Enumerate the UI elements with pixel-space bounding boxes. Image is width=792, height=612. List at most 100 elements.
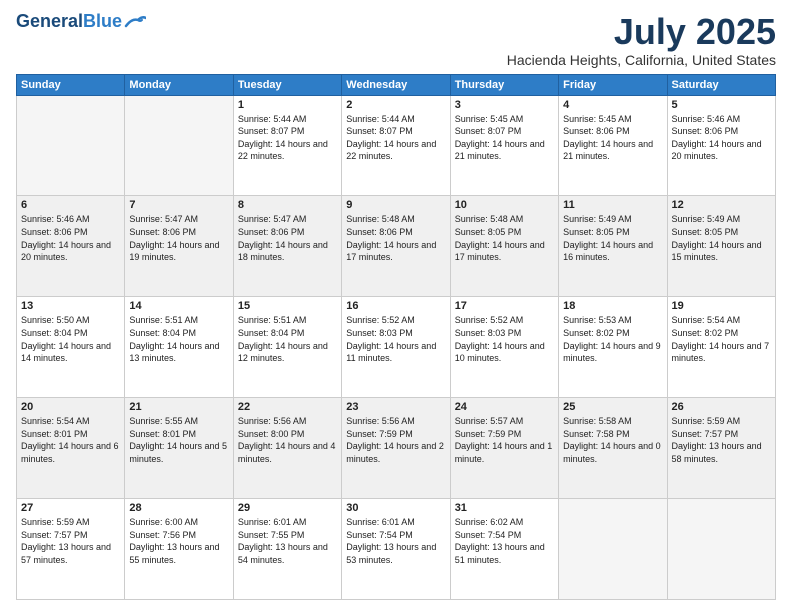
- day-info: Sunrise: 5:48 AM Sunset: 8:06 PM Dayligh…: [346, 213, 445, 263]
- calendar-cell: 6 Sunrise: 5:46 AM Sunset: 8:06 PM Daylig…: [17, 196, 125, 297]
- weekday-header-saturday: Saturday: [667, 74, 775, 95]
- day-info: Sunrise: 6:02 AM Sunset: 7:54 PM Dayligh…: [455, 516, 554, 566]
- weekday-header-wednesday: Wednesday: [342, 74, 450, 95]
- calendar-cell: 16 Sunrise: 5:52 AM Sunset: 8:03 PM Dayli…: [342, 297, 450, 398]
- day-info: Sunrise: 5:54 AM Sunset: 8:01 PM Dayligh…: [21, 415, 120, 465]
- calendar-cell: 26 Sunrise: 5:59 AM Sunset: 7:57 PM Dayli…: [667, 398, 775, 499]
- day-number: 31: [455, 502, 554, 514]
- calendar-cell: 15Sunrise: 5:51 AM Sunset: 8:04 PM Dayli…: [233, 297, 341, 398]
- calendar-week-row: 1 Sunrise: 5:44 AM Sunset: 8:07 PM Daylig…: [17, 95, 776, 196]
- calendar-cell: 8 Sunrise: 5:47 AM Sunset: 8:06 PM Daylig…: [233, 196, 341, 297]
- day-info: Sunrise: 5:50 AM Sunset: 8:04 PM Dayligh…: [21, 314, 120, 364]
- day-info: Sunrise: 5:45 AM Sunset: 8:07 PM Dayligh…: [455, 113, 554, 163]
- weekday-header-friday: Friday: [559, 74, 667, 95]
- weekday-header-tuesday: Tuesday: [233, 74, 341, 95]
- calendar-cell: 17 Sunrise: 5:52 AM Sunset: 8:03 PM Dayli…: [450, 297, 558, 398]
- calendar-cell: 31 Sunrise: 6:02 AM Sunset: 7:54 PM Dayli…: [450, 499, 558, 600]
- day-number: 16: [346, 300, 445, 312]
- day-info: Sunrise: 5:52 AM Sunset: 8:03 PM Dayligh…: [346, 314, 445, 364]
- day-number: 24: [455, 401, 554, 413]
- calendar-cell: 29 Sunrise: 6:01 AM Sunset: 7:55 PM Dayli…: [233, 499, 341, 600]
- location: Hacienda Heights, California, United Sta…: [507, 52, 776, 68]
- day-info: Sunrise: 5:55 AM Sunset: 8:01 PM Dayligh…: [129, 415, 228, 465]
- calendar-cell: 18Sunrise: 5:53 AM Sunset: 8:02 PM Dayli…: [559, 297, 667, 398]
- calendar-week-row: 27 Sunrise: 5:59 AM Sunset: 7:57 PM Dayli…: [17, 499, 776, 600]
- logo-bird-icon: [124, 14, 146, 30]
- day-info: Sunrise: 5:58 AM Sunset: 7:58 PM Dayligh…: [563, 415, 662, 465]
- calendar-cell: 13 Sunrise: 5:50 AM Sunset: 8:04 PM Dayli…: [17, 297, 125, 398]
- day-info: Sunrise: 5:46 AM Sunset: 8:06 PM Dayligh…: [672, 113, 771, 163]
- calendar-cell: 22 Sunrise: 5:56 AM Sunset: 8:00 PM Dayli…: [233, 398, 341, 499]
- day-info: Sunrise: 5:56 AM Sunset: 7:59 PM Dayligh…: [346, 415, 445, 465]
- calendar-cell: 27 Sunrise: 5:59 AM Sunset: 7:57 PM Dayli…: [17, 499, 125, 600]
- calendar-cell: 4 Sunrise: 5:45 AM Sunset: 8:06 PM Daylig…: [559, 95, 667, 196]
- day-number: 17: [455, 300, 554, 312]
- calendar-cell: 5 Sunrise: 5:46 AM Sunset: 8:06 PM Daylig…: [667, 95, 775, 196]
- weekday-header-sunday: Sunday: [17, 74, 125, 95]
- calendar-week-row: 13 Sunrise: 5:50 AM Sunset: 8:04 PM Dayli…: [17, 297, 776, 398]
- day-number: 11: [563, 199, 662, 211]
- day-info: Sunrise: 5:49 AM Sunset: 8:05 PM Dayligh…: [672, 213, 771, 263]
- month-title: July 2025: [507, 12, 776, 52]
- day-number: 25: [563, 401, 662, 413]
- calendar-cell: 19 Sunrise: 5:54 AM Sunset: 8:02 PM Dayli…: [667, 297, 775, 398]
- logo: GeneralBlue: [16, 12, 146, 32]
- calendar-cell: 9 Sunrise: 5:48 AM Sunset: 8:06 PM Daylig…: [342, 196, 450, 297]
- day-number: 28: [129, 502, 228, 514]
- calendar-cell: [17, 95, 125, 196]
- day-info: Sunrise: 5:59 AM Sunset: 7:57 PM Dayligh…: [672, 415, 771, 465]
- day-number: 27: [21, 502, 120, 514]
- calendar-cell: 23Sunrise: 5:56 AM Sunset: 7:59 PM Dayli…: [342, 398, 450, 499]
- weekday-header-monday: Monday: [125, 74, 233, 95]
- day-number: 7: [129, 199, 228, 211]
- day-info: Sunrise: 5:52 AM Sunset: 8:03 PM Dayligh…: [455, 314, 554, 364]
- day-info: Sunrise: 6:01 AM Sunset: 7:55 PM Dayligh…: [238, 516, 337, 566]
- day-number: 13: [21, 300, 120, 312]
- header-right: July 2025 Hacienda Heights, California, …: [507, 12, 776, 68]
- calendar-cell: 30 Sunrise: 6:01 AM Sunset: 7:54 PM Dayli…: [342, 499, 450, 600]
- day-info: Sunrise: 5:47 AM Sunset: 8:06 PM Dayligh…: [129, 213, 228, 263]
- day-number: 26: [672, 401, 771, 413]
- calendar-cell: 7 Sunrise: 5:47 AM Sunset: 8:06 PM Daylig…: [125, 196, 233, 297]
- day-info: Sunrise: 5:47 AM Sunset: 8:06 PM Dayligh…: [238, 213, 337, 263]
- day-number: 5: [672, 99, 771, 111]
- calendar-cell: 24 Sunrise: 5:57 AM Sunset: 7:59 PM Dayli…: [450, 398, 558, 499]
- day-number: 19: [672, 300, 771, 312]
- day-info: Sunrise: 5:54 AM Sunset: 8:02 PM Dayligh…: [672, 314, 771, 364]
- calendar-cell: 3 Sunrise: 5:45 AM Sunset: 8:07 PM Daylig…: [450, 95, 558, 196]
- day-info: Sunrise: 5:46 AM Sunset: 8:06 PM Dayligh…: [21, 213, 120, 263]
- day-number: 10: [455, 199, 554, 211]
- day-number: 9: [346, 199, 445, 211]
- day-number: 29: [238, 502, 337, 514]
- calendar-cell: [125, 95, 233, 196]
- calendar-cell: 28Sunrise: 6:00 AM Sunset: 7:56 PM Dayli…: [125, 499, 233, 600]
- day-number: 6: [21, 199, 120, 211]
- day-info: Sunrise: 5:44 AM Sunset: 8:07 PM Dayligh…: [346, 113, 445, 163]
- day-info: Sunrise: 5:45 AM Sunset: 8:06 PM Dayligh…: [563, 113, 662, 163]
- calendar-week-row: 6 Sunrise: 5:46 AM Sunset: 8:06 PM Daylig…: [17, 196, 776, 297]
- day-number: 22: [238, 401, 337, 413]
- calendar-table: SundayMondayTuesdayWednesdayThursdayFrid…: [16, 74, 776, 600]
- day-number: 8: [238, 199, 337, 211]
- day-number: 15: [238, 300, 337, 312]
- day-info: Sunrise: 5:57 AM Sunset: 7:59 PM Dayligh…: [455, 415, 554, 465]
- header: GeneralBlue July 2025 Hacienda Heights, …: [16, 12, 776, 68]
- calendar-cell: 14Sunrise: 5:51 AM Sunset: 8:04 PM Dayli…: [125, 297, 233, 398]
- weekday-header-thursday: Thursday: [450, 74, 558, 95]
- calendar-cell: 12 Sunrise: 5:49 AM Sunset: 8:05 PM Dayli…: [667, 196, 775, 297]
- calendar-cell: 21Sunrise: 5:55 AM Sunset: 8:01 PM Dayli…: [125, 398, 233, 499]
- day-number: 4: [563, 99, 662, 111]
- day-info: Sunrise: 5:51 AM Sunset: 8:04 PM Dayligh…: [129, 314, 228, 364]
- day-number: 30: [346, 502, 445, 514]
- calendar-cell: [559, 499, 667, 600]
- day-info: Sunrise: 5:56 AM Sunset: 8:00 PM Dayligh…: [238, 415, 337, 465]
- day-info: Sunrise: 5:49 AM Sunset: 8:05 PM Dayligh…: [563, 213, 662, 263]
- day-info: Sunrise: 5:59 AM Sunset: 7:57 PM Dayligh…: [21, 516, 120, 566]
- day-number: 18: [563, 300, 662, 312]
- day-info: Sunrise: 6:01 AM Sunset: 7:54 PM Dayligh…: [346, 516, 445, 566]
- calendar-cell: [667, 499, 775, 600]
- calendar-cell: 11 Sunrise: 5:49 AM Sunset: 8:05 PM Dayli…: [559, 196, 667, 297]
- day-number: 3: [455, 99, 554, 111]
- day-number: 12: [672, 199, 771, 211]
- day-number: 1: [238, 99, 337, 111]
